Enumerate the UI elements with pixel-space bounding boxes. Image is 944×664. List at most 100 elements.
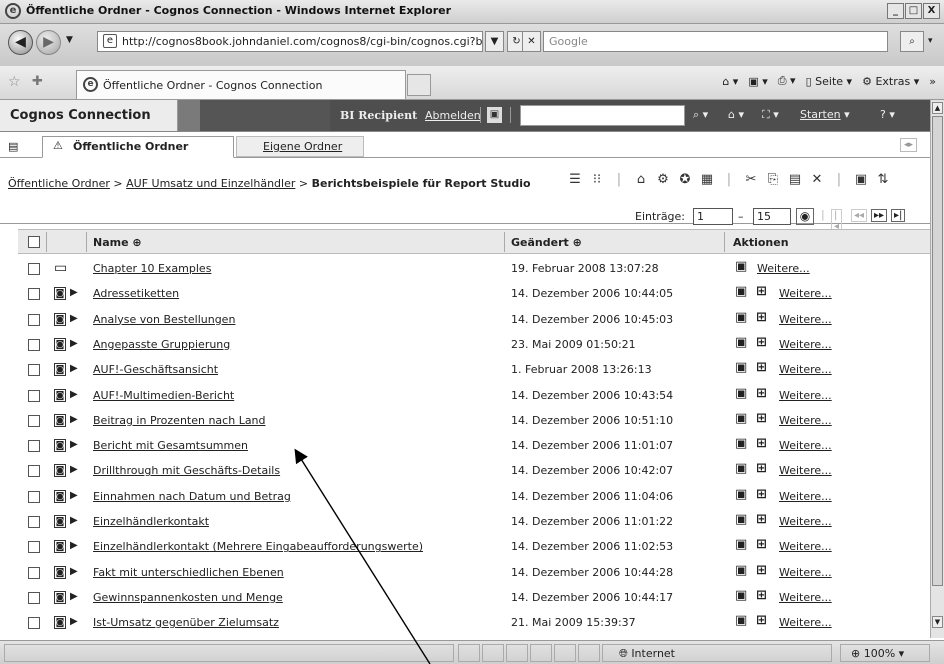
- run-with-options-icon[interactable]: ⊞: [756, 285, 767, 298]
- run-with-options-icon[interactable]: ⊞: [756, 336, 767, 349]
- run-with-options-icon[interactable]: ⊞: [756, 488, 767, 501]
- run-icon[interactable]: ▶: [70, 591, 78, 603]
- cognos-search-input[interactable]: [520, 105, 685, 126]
- row-checkbox[interactable]: [28, 516, 40, 528]
- properties-icon[interactable]: ▣: [853, 172, 869, 187]
- more-actions-link[interactable]: Weitere...: [779, 540, 832, 553]
- breadcrumb-link[interactable]: AUF Umsatz und Einzelhändler: [126, 177, 295, 190]
- more-chevron-icon[interactable]: »: [929, 75, 936, 88]
- column-header-changed[interactable]: Geändert ⊕: [511, 236, 582, 249]
- start-link[interactable]: Starten: [800, 108, 841, 121]
- row-checkbox[interactable]: [28, 263, 40, 275]
- more-actions-link[interactable]: Weitere...: [779, 313, 832, 326]
- report-link[interactable]: Beitrag in Prozenten nach Land: [93, 414, 266, 427]
- properties-icon[interactable]: ▣: [735, 260, 747, 273]
- run-with-options-icon[interactable]: ⊞: [756, 564, 767, 577]
- apply-paging-button[interactable]: ◉: [796, 208, 814, 225]
- report-link[interactable]: Fakt mit unterschiedlichen Ebenen: [93, 566, 284, 579]
- row-checkbox[interactable]: [28, 440, 40, 453]
- tools-menu[interactable]: ⚙ Extras ▾: [862, 75, 919, 88]
- tab-menu-icon[interactable]: ▤: [8, 140, 18, 153]
- run-icon[interactable]: ▶: [70, 439, 78, 451]
- order-icon[interactable]: ⇅: [875, 172, 891, 187]
- more-actions-link[interactable]: Weitere...: [779, 338, 832, 351]
- add-favorite-icon[interactable]: ✚: [32, 74, 43, 89]
- run-with-options-icon[interactable]: ⊞: [756, 361, 767, 374]
- more-actions-link[interactable]: Weitere...: [779, 363, 832, 376]
- run-with-options-icon[interactable]: ⊞: [756, 311, 767, 324]
- zoom-control[interactable]: ⊕ 100% ▾: [840, 644, 930, 662]
- report-link[interactable]: Chapter 10 Examples: [93, 262, 211, 275]
- minimize-button[interactable]: _: [887, 3, 904, 19]
- row-checkbox[interactable]: [28, 414, 40, 427]
- report-link[interactable]: Gewinnspannenkosten und Menge: [93, 591, 283, 604]
- more-actions-link[interactable]: Weitere...: [779, 287, 832, 300]
- properties-icon[interactable]: ▣: [735, 488, 747, 501]
- properties-icon[interactable]: ▣: [735, 437, 747, 450]
- properties-icon[interactable]: ▣: [735, 462, 747, 475]
- back-button[interactable]: ◀: [8, 30, 33, 55]
- row-checkbox[interactable]: [28, 389, 40, 402]
- delete-icon[interactable]: ✕: [809, 172, 825, 187]
- vertical-scrollbar[interactable]: ▲ ▼: [930, 100, 944, 638]
- more-actions-link[interactable]: Weitere...: [779, 566, 832, 579]
- column-header-name[interactable]: Name ⊕: [93, 236, 142, 249]
- security-zone[interactable]: 🌐︎ Internet: [602, 644, 832, 662]
- search-type-icon[interactable]: ⌕ ▾: [693, 108, 708, 122]
- row-checkbox[interactable]: [28, 591, 40, 604]
- run-with-options-icon[interactable]: ⊞: [756, 589, 767, 602]
- url-dropdown-button[interactable]: ▼: [485, 31, 504, 52]
- properties-icon[interactable]: ▣: [735, 589, 747, 602]
- row-checkbox[interactable]: [28, 364, 40, 377]
- row-checkbox[interactable]: [28, 338, 40, 351]
- properties-icon[interactable]: ▣: [735, 336, 747, 349]
- more-actions-link[interactable]: Weitere...: [779, 490, 832, 503]
- search-options-icon[interactable]: ▾: [928, 36, 933, 46]
- report-link[interactable]: AUF!-Geschäftsansicht: [93, 363, 218, 376]
- my-area-icon[interactable]: ▣: [487, 107, 502, 123]
- properties-icon[interactable]: ▣: [735, 538, 747, 551]
- run-icon[interactable]: ▶: [70, 616, 78, 628]
- run-icon[interactable]: ▶: [70, 389, 78, 401]
- new-job-icon[interactable]: ⚙: [655, 172, 671, 187]
- run-with-options-icon[interactable]: ⊞: [756, 538, 767, 551]
- row-checkbox[interactable]: [28, 566, 40, 579]
- run-icon[interactable]: ▶: [70, 338, 78, 350]
- properties-icon[interactable]: ▣: [735, 614, 747, 627]
- report-link[interactable]: Angepasste Gruppierung: [93, 338, 230, 351]
- more-actions-link[interactable]: Weitere...: [779, 414, 832, 427]
- select-all-checkbox[interactable]: [28, 236, 40, 248]
- list-view-icon[interactable]: ☰: [567, 172, 583, 187]
- my-area-menu-icon[interactable]: ⛶ ▾: [762, 108, 779, 122]
- help-menu[interactable]: ? ▾: [880, 108, 895, 121]
- report-link[interactable]: Ist-Umsatz gegenüber Zielumsatz: [93, 616, 279, 629]
- details-view-icon[interactable]: ⁝⁝: [589, 172, 605, 187]
- next-page-icon[interactable]: ▸▸: [871, 209, 888, 222]
- home-icon[interactable]: ⌂ ▾: [728, 108, 744, 121]
- new-page-icon[interactable]: ▦: [699, 172, 715, 187]
- breadcrumb-link[interactable]: Öffentliche Ordner: [8, 177, 110, 190]
- properties-icon[interactable]: ▣: [735, 513, 747, 526]
- run-icon[interactable]: ▶: [70, 490, 78, 502]
- run-icon[interactable]: ▶: [70, 540, 78, 552]
- properties-icon[interactable]: ▣: [735, 564, 747, 577]
- scroll-down-icon[interactable]: ▼: [932, 616, 943, 628]
- report-link[interactable]: AUF!-Multimedien-Bericht: [93, 389, 234, 402]
- more-actions-link[interactable]: Weitere...: [779, 439, 832, 452]
- tab-my-folders[interactable]: Eigene Ordner: [236, 136, 364, 157]
- run-with-options-icon[interactable]: ⊞: [756, 513, 767, 526]
- row-checkbox[interactable]: [28, 617, 40, 630]
- row-checkbox[interactable]: [28, 313, 40, 326]
- copy-icon[interactable]: ⎘: [765, 172, 781, 187]
- start-menu[interactable]: Starten ▾: [800, 108, 850, 121]
- more-actions-link[interactable]: Weitere...: [779, 389, 832, 402]
- run-icon[interactable]: ▶: [70, 566, 78, 578]
- row-checkbox[interactable]: [28, 490, 40, 503]
- row-checkbox[interactable]: [28, 465, 40, 478]
- report-link[interactable]: Bericht mit Gesamtsummen: [93, 439, 248, 452]
- more-actions-link[interactable]: Weitere...: [779, 464, 832, 477]
- report-link[interactable]: Einzelhändlerkontakt (Mehrere Eingabeauf…: [93, 540, 423, 553]
- new-folder-icon[interactable]: ⌂: [633, 172, 649, 187]
- print-icon[interactable]: ⎙ ▾: [778, 74, 796, 88]
- properties-icon[interactable]: ▣: [735, 412, 747, 425]
